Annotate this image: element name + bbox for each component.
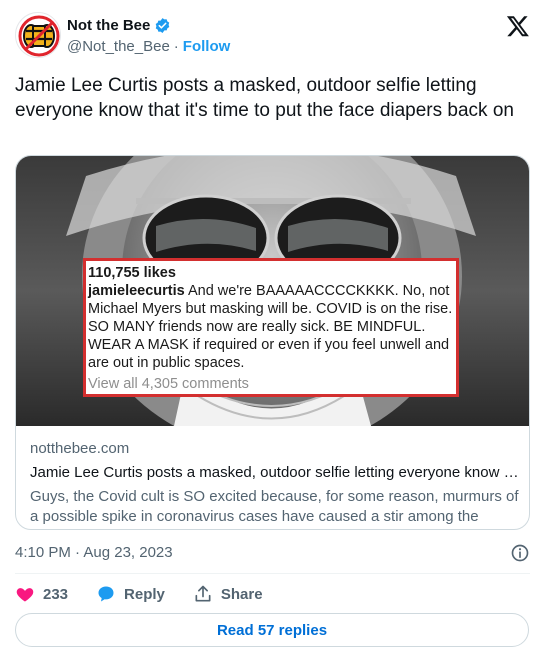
verified-badge-icon (154, 17, 171, 34)
share-button[interactable]: Share (193, 584, 263, 604)
heart-icon (16, 588, 34, 602)
tweet-timestamp[interactable]: 4:10 PM · Aug 23, 2023 (15, 544, 173, 561)
card-title: Jamie Lee Curtis posts a masked, outdoor… (30, 464, 520, 481)
like-button[interactable]: 233 (15, 584, 68, 604)
highlighted-instagram-caption: 110,755 likes jamieleecurtis And we're B… (83, 258, 459, 397)
author-handle-row: @Not_the_Bee · Follow (67, 38, 230, 55)
instagram-comments-link: View all 4,305 comments (88, 376, 249, 392)
x-logo-icon[interactable] (506, 14, 530, 38)
divider (15, 573, 530, 574)
info-icon[interactable] (510, 543, 530, 563)
avatar[interactable] (15, 12, 61, 58)
link-card[interactable]: 110,755 likes jamieleecurtis And we're B… (15, 155, 530, 530)
reply-button[interactable]: Reply (96, 584, 165, 604)
author-name-row: Not the Bee (67, 15, 171, 35)
handle-separator: · (173, 38, 179, 55)
follow-button[interactable]: Follow (183, 38, 231, 55)
tweet-header: Not the Bee @Not_the_Bee · Follow (15, 12, 530, 60)
tweet-actions: 233 Reply Share (15, 583, 291, 605)
read-replies-button[interactable]: Read 57 replies (15, 613, 529, 647)
instagram-likes: 110,755 likes (88, 265, 176, 281)
instagram-caption: jamieleecurtis And we're BAAAAACCCCKKKK.… (88, 282, 454, 372)
author-name[interactable]: Not the Bee (67, 17, 150, 34)
tweet-text: Jamie Lee Curtis posts a masked, outdoor… (15, 75, 514, 121)
speech-bubble-icon (98, 586, 114, 602)
card-image[interactable]: 110,755 likes jamieleecurtis And we're B… (16, 156, 529, 426)
author-handle[interactable]: @Not_the_Bee (67, 38, 170, 55)
card-meta: notthebee.com Jamie Lee Curtis posts a m… (30, 439, 520, 529)
not-the-bee-logo (16, 13, 60, 57)
card-domain: notthebee.com (30, 440, 130, 457)
reply-label: Reply (124, 585, 165, 603)
share-label: Share (220, 585, 263, 603)
like-count: 233 (43, 585, 69, 603)
share-arrow-icon (195, 585, 211, 602)
instagram-username: jamieleecurtis (88, 283, 185, 299)
card-description: Guys, the Covid cult is SO excited becau… (30, 488, 519, 529)
